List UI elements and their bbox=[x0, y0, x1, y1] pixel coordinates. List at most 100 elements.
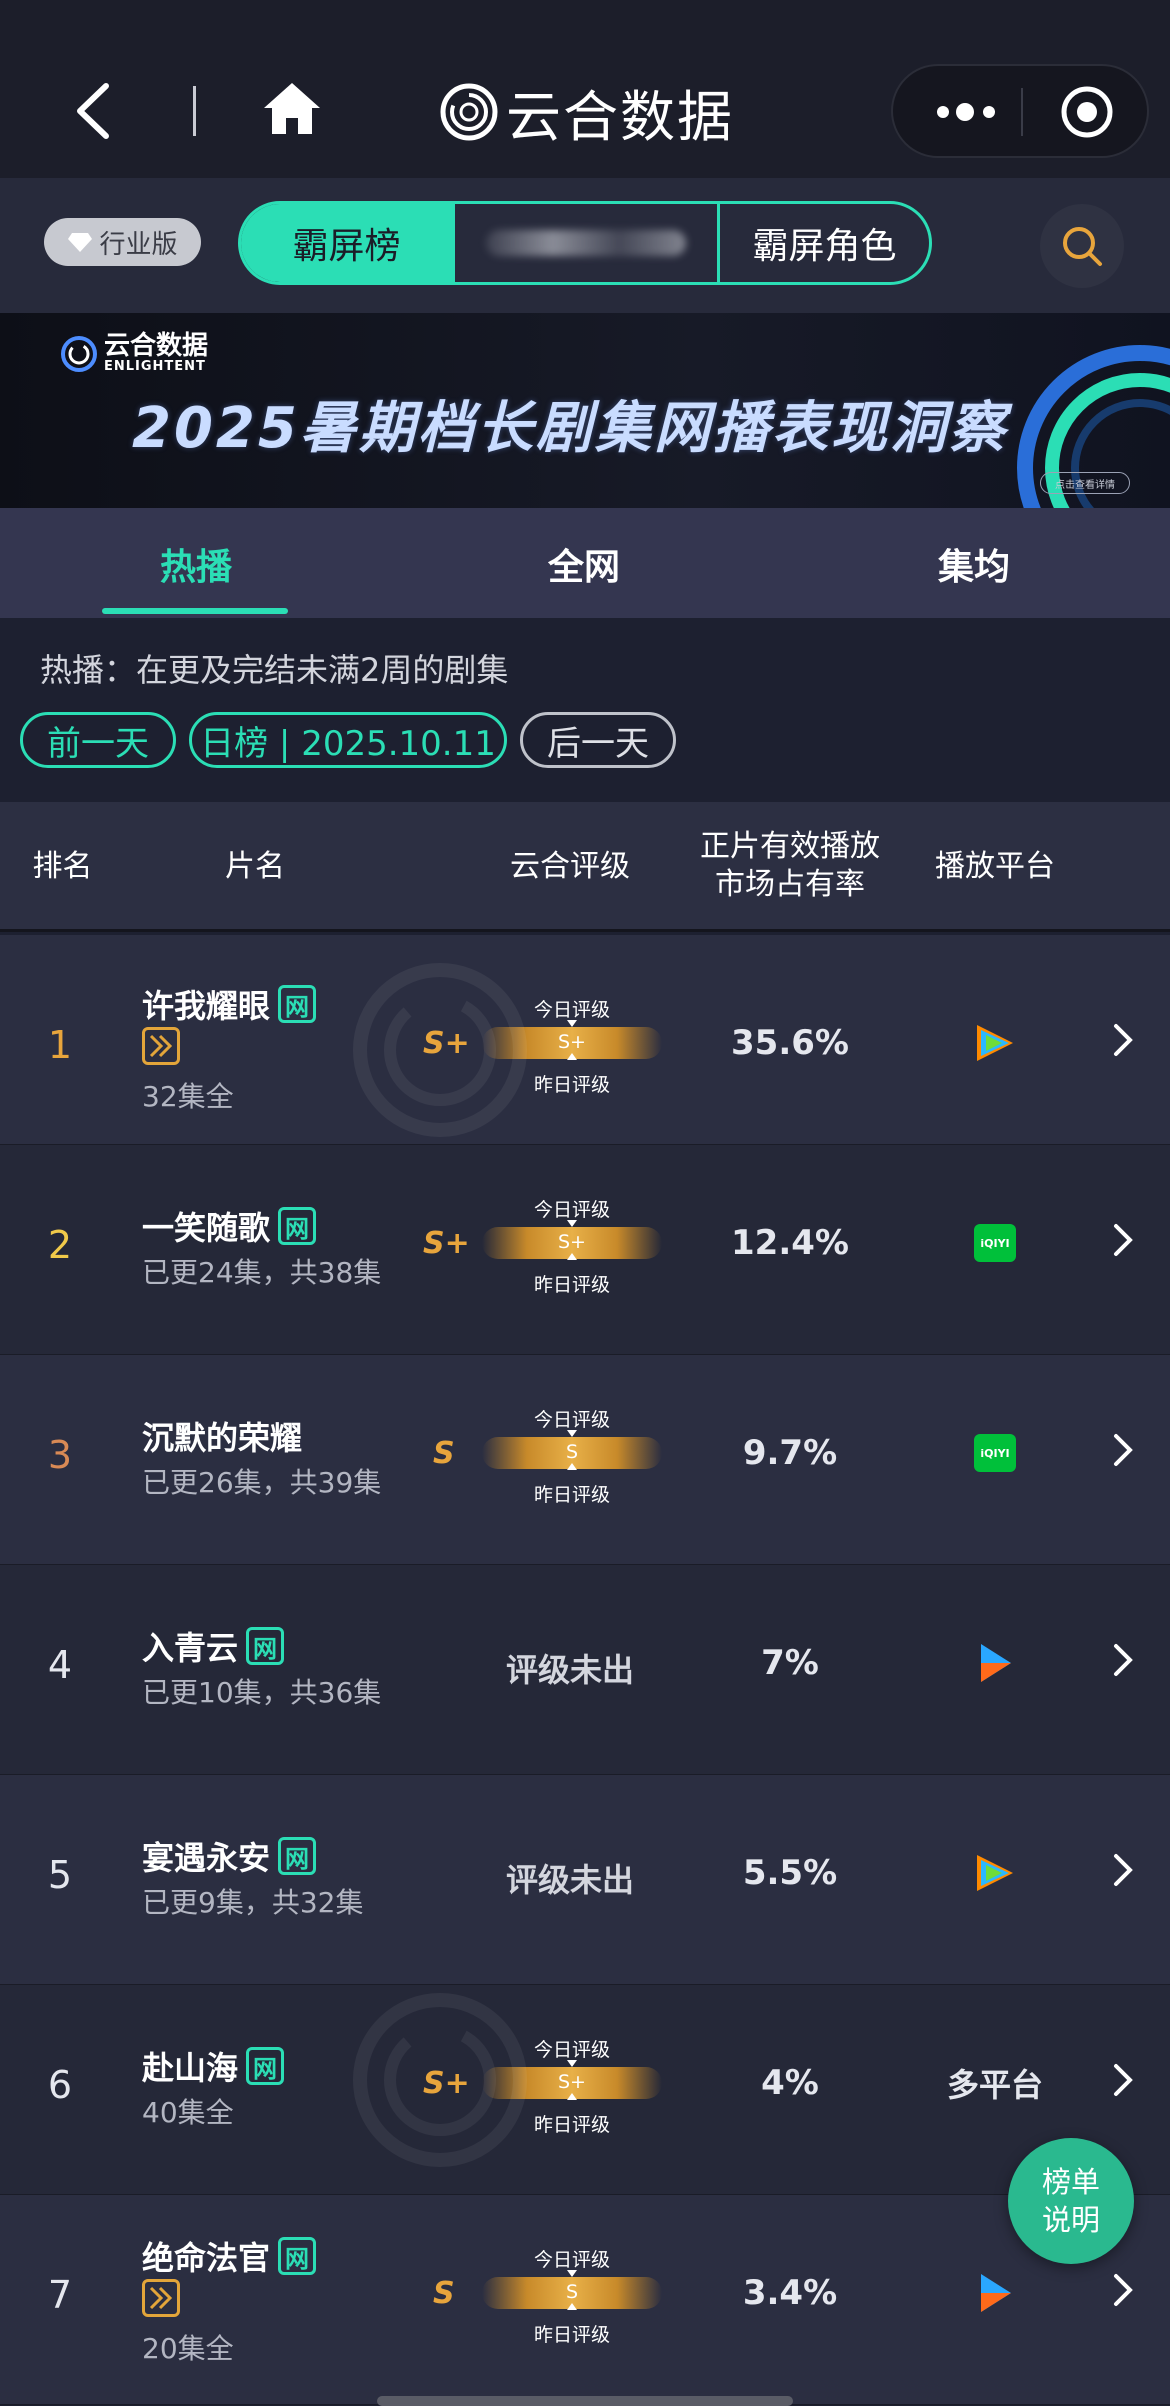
episode-info: 20集全 bbox=[142, 2332, 234, 2365]
table-row[interactable]: 7 绝命法官 网 20集全 S 今日评级 S 昨日评级 3.4% bbox=[0, 2195, 1170, 2405]
yesterday-grade-label: 昨日评级 bbox=[533, 1484, 610, 1506]
table-row[interactable]: 3 沉默的荣耀 已更26集，共39集 S 今日评级 S 昨日评级 9.7% iQ… bbox=[0, 1355, 1170, 1565]
yesterday-marker bbox=[567, 1253, 577, 1260]
chevron-right-icon[interactable] bbox=[1110, 1430, 1136, 1470]
chevron-right-icon[interactable] bbox=[1110, 1640, 1136, 1680]
today-marker bbox=[567, 1220, 577, 1227]
fab-label-line1: 榜单 bbox=[1041, 2165, 1100, 2199]
grade-pending: 评级未出 bbox=[505, 1861, 634, 1899]
chevron-right-icon[interactable] bbox=[1110, 2270, 1136, 2310]
platform-cell: iQIYI bbox=[925, 1213, 1065, 1273]
chevron-right-icon[interactable] bbox=[1110, 1020, 1136, 1060]
yesterday-marker bbox=[567, 2093, 577, 2100]
show-title: 赴山海 bbox=[142, 2049, 239, 2087]
header-platform: 播放平台 bbox=[935, 849, 1055, 884]
table-row[interactable]: 5 宴遇永安 网 已更9集，共32集 评级未出 5.5% bbox=[0, 1775, 1170, 1985]
banner-logo-sub: ENLIGHTENT bbox=[104, 359, 206, 374]
prev-day-button[interactable]: 前一天 bbox=[20, 712, 176, 768]
show-title: 宴遇永安 bbox=[142, 1839, 271, 1877]
grade-label: S+ bbox=[423, 1026, 470, 1061]
yesterday-grade-label: 昨日评级 bbox=[533, 1274, 610, 1296]
industry-label: 行业版 bbox=[99, 229, 178, 260]
youku-icon bbox=[981, 2274, 1011, 2312]
segment-screen-dominance[interactable]: 霸屏榜 bbox=[241, 204, 452, 282]
episode-info: 32集全 bbox=[142, 1080, 234, 1113]
ranking-segment-control: 霸屏榜 霸屏角色 bbox=[238, 201, 932, 285]
home-icon[interactable] bbox=[262, 80, 322, 136]
promo-banner[interactable]: 云合数据 ENLIGHTENT 2025暑期档长剧集网播表现洞察 点击查看详情 bbox=[0, 313, 1170, 508]
net-badge: 网 bbox=[278, 2237, 317, 2275]
grade-pending: 评级未出 bbox=[505, 1651, 634, 1689]
episode-info: 已更9集，共32集 bbox=[142, 1886, 364, 1919]
market-share: 9.7% bbox=[742, 1433, 838, 1473]
net-badge: 网 bbox=[278, 1207, 317, 1245]
banner-cta[interactable]: 点击查看详情 bbox=[1040, 472, 1130, 494]
chevron-right-icon[interactable] bbox=[1110, 2060, 1136, 2100]
next-day-button[interactable]: 后一天 bbox=[520, 712, 676, 768]
grade-bar-value: S+ bbox=[558, 1031, 586, 1053]
rank-number: 7 bbox=[47, 2273, 73, 2317]
show-title: 沉默的荣耀 bbox=[142, 1419, 303, 1457]
episode-info: 40集全 bbox=[142, 2096, 234, 2129]
net-badge: 网 bbox=[246, 2047, 285, 2085]
rank-number: 3 bbox=[47, 1433, 73, 1477]
brand-name: 云合数据 bbox=[506, 85, 735, 149]
yesterday-marker bbox=[567, 1053, 577, 1060]
diamond-icon bbox=[68, 233, 93, 252]
tab-per-episode[interactable]: 集均 bbox=[938, 538, 1010, 590]
grade-bar-value: S+ bbox=[558, 1231, 586, 1253]
today-grade-label: 今日评级 bbox=[533, 999, 610, 1021]
table-row[interactable]: 2 一笑随歌 网 已更24集，共38集 S+ 今日评级 S+ 昨日评级 12.4… bbox=[0, 1145, 1170, 1355]
ranking-list: 1 许我耀眼 网 32集全 S+ 今日评级 S+ 昨日评级 35.6% 2 一笑… bbox=[0, 935, 1170, 2405]
rank-number: 6 bbox=[47, 2063, 73, 2107]
banner-logo: 云合数据 ENLIGHTENT bbox=[60, 333, 208, 374]
back-icon[interactable] bbox=[70, 82, 120, 140]
iqiyi-icon: iQIYI bbox=[974, 1434, 1016, 1472]
segment-blurred[interactable] bbox=[452, 204, 720, 282]
enlightent-logo-icon bbox=[61, 335, 97, 372]
today-marker bbox=[567, 1020, 577, 1027]
rank-number: 5 bbox=[47, 1853, 73, 1897]
table-row[interactable]: 4 入青云 网 已更10集，共36集 评级未出 7% bbox=[0, 1565, 1170, 1775]
grade-bar-value: S bbox=[565, 1441, 579, 1463]
header-share-line1: 正片有效播放 bbox=[700, 829, 880, 864]
banner-logo-name: 云合数据 bbox=[104, 331, 209, 361]
table-row[interactable]: 6 赴山海 网 40集全 S+ 今日评级 S+ 昨日评级 4% 多平台 bbox=[0, 1985, 1170, 2195]
net-badge: 网 bbox=[278, 1837, 317, 1875]
chevron-right-icon[interactable] bbox=[1110, 1220, 1136, 1260]
date-navigator: 前一天 日榜 | 2025.10.11 后一天 bbox=[0, 712, 1170, 772]
more-dots-icon[interactable] bbox=[929, 92, 1009, 132]
play-badge-icon bbox=[142, 1027, 180, 1065]
episode-info: 已更24集，共38集 bbox=[142, 1256, 382, 1289]
today-marker bbox=[567, 1430, 577, 1437]
yesterday-grade-label: 昨日评级 bbox=[533, 1074, 610, 1096]
chevron-right-icon[interactable] bbox=[1110, 1850, 1136, 1890]
tencent-video-icon bbox=[977, 1855, 1013, 1891]
table-row[interactable]: 1 许我耀眼 网 32集全 S+ 今日评级 S+ 昨日评级 35.6% bbox=[0, 935, 1170, 1145]
yesterday-grade-label: 昨日评级 bbox=[533, 2114, 610, 2136]
show-title: 许我耀眼 bbox=[142, 987, 271, 1025]
today-marker bbox=[567, 2060, 577, 2067]
date-selector[interactable]: 日榜 | 2025.10.11 bbox=[189, 712, 507, 768]
market-share: 35.6% bbox=[731, 1023, 849, 1063]
search-button[interactable] bbox=[1040, 204, 1124, 288]
ranking-explanation-button[interactable]: 榜单 说明 bbox=[1008, 2138, 1134, 2264]
industry-edition-badge[interactable]: 行业版 bbox=[44, 218, 201, 266]
platform-cell: 多平台 bbox=[925, 2053, 1065, 2113]
rank-number: 2 bbox=[47, 1223, 73, 1267]
platform-cell bbox=[925, 2263, 1065, 2323]
tab-hot[interactable]: 热播 bbox=[160, 538, 232, 590]
net-badge: 网 bbox=[278, 985, 317, 1023]
today-grade-label: 今日评级 bbox=[533, 2039, 610, 2061]
episode-info: 已更26集，共39集 bbox=[142, 1466, 382, 1499]
header-title: 片名 bbox=[225, 849, 285, 884]
brand-logo-icon bbox=[440, 83, 498, 141]
segment-screen-roles[interactable]: 霸屏角色 bbox=[720, 204, 929, 282]
mini-program-capsule bbox=[891, 64, 1149, 158]
home-indicator bbox=[377, 2396, 793, 2406]
iqiyi-icon: iQIYI bbox=[974, 1224, 1016, 1262]
target-icon[interactable] bbox=[1059, 84, 1115, 140]
yesterday-marker bbox=[567, 2303, 577, 2310]
tab-all-network[interactable]: 全网 bbox=[548, 538, 620, 590]
market-share: 5.5% bbox=[742, 1853, 838, 1893]
